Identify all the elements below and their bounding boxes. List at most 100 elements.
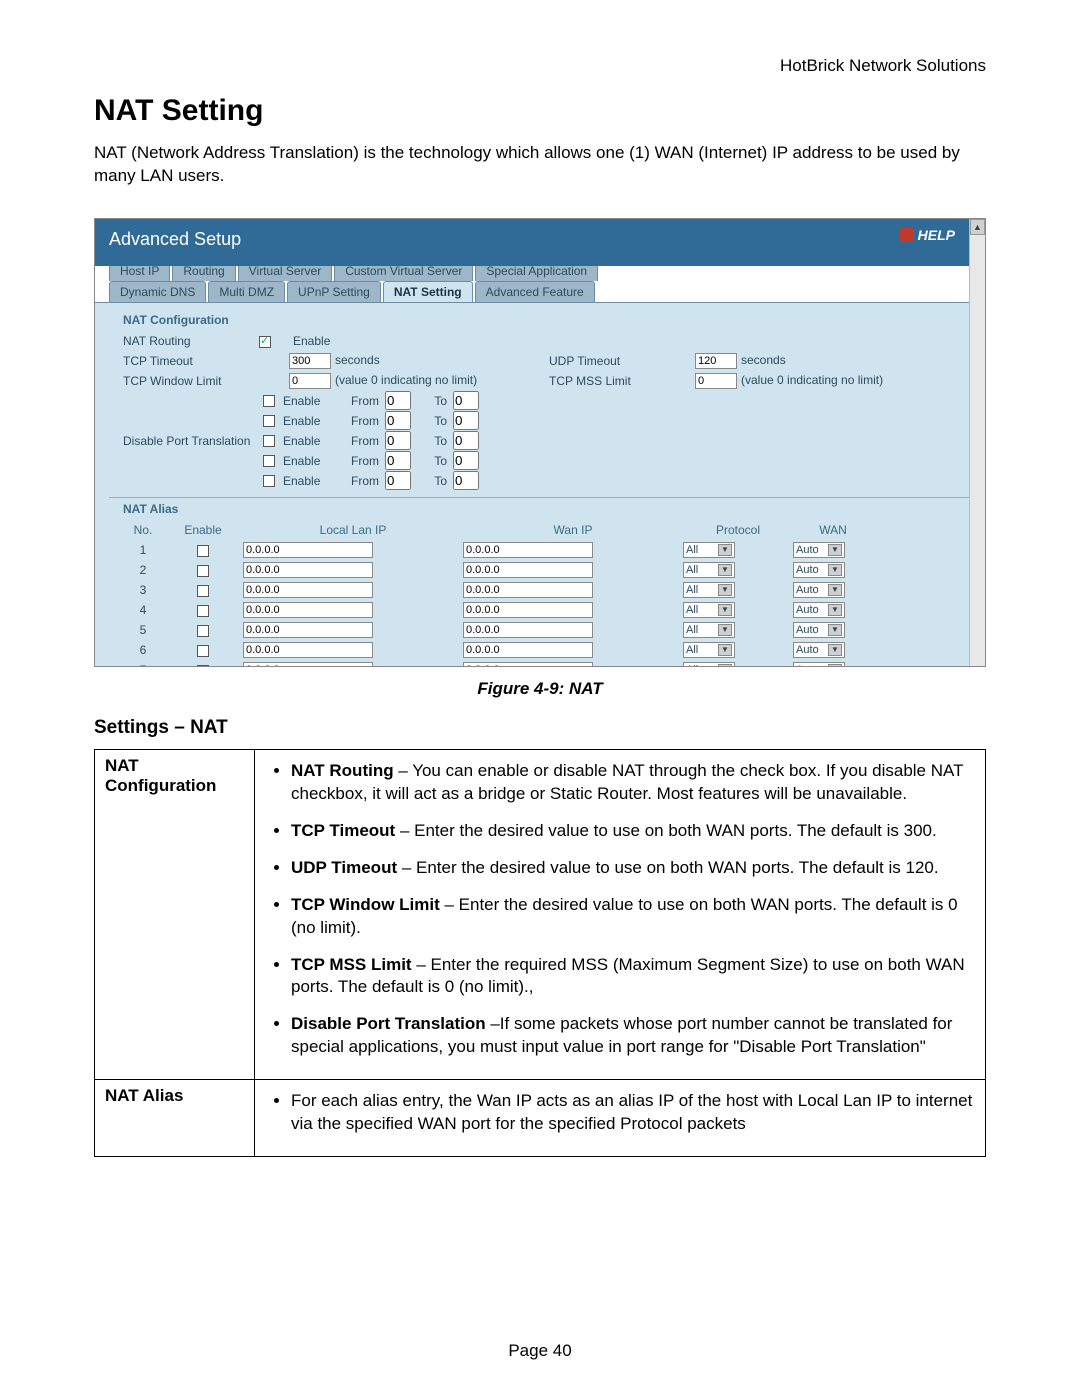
input-to-2[interactable] bbox=[453, 411, 479, 430]
checkbox-dpt-2[interactable] bbox=[263, 415, 275, 427]
input-to-5[interactable] bbox=[453, 471, 479, 490]
alias-protocol-select[interactable]: All▼ bbox=[683, 582, 735, 598]
alias-no: 2 bbox=[123, 563, 163, 577]
tab-advanced-feature[interactable]: Advanced Feature bbox=[475, 281, 595, 302]
tab-upnp-setting[interactable]: UPnP Setting bbox=[287, 281, 381, 302]
settings-bullet: TCP Timeout – Enter the desired value to… bbox=[291, 820, 975, 843]
input-udp-timeout[interactable] bbox=[695, 353, 737, 369]
alias-local-ip-input[interactable] bbox=[243, 562, 373, 578]
alias-enable-checkbox[interactable] bbox=[197, 605, 209, 617]
chevron-down-icon: ▼ bbox=[828, 624, 842, 636]
alias-wan-ip-input[interactable] bbox=[463, 642, 593, 658]
alias-protocol-select[interactable]: All▼ bbox=[683, 602, 735, 618]
alias-wan-ip-input[interactable] bbox=[463, 662, 593, 667]
section-nat-configuration: NAT Configuration bbox=[123, 313, 955, 327]
alias-row: 2 All▼ Auto▼ bbox=[123, 560, 955, 580]
chevron-down-icon: ▼ bbox=[718, 544, 732, 556]
checkbox-dpt-3[interactable] bbox=[263, 435, 275, 447]
alias-header-enable: Enable bbox=[163, 523, 243, 537]
input-from-1[interactable] bbox=[385, 391, 411, 410]
input-to-4[interactable] bbox=[453, 451, 479, 470]
alias-enable-checkbox[interactable] bbox=[197, 645, 209, 657]
alias-header-local: Local Lan IP bbox=[243, 523, 463, 537]
label-tcp-timeout: TCP Timeout bbox=[123, 354, 259, 368]
input-from-3[interactable] bbox=[385, 431, 411, 450]
alias-local-ip-input[interactable] bbox=[243, 542, 373, 558]
alias-local-ip-input[interactable] bbox=[243, 642, 373, 658]
label-to-5: To bbox=[419, 474, 449, 488]
alias-no: 3 bbox=[123, 583, 163, 597]
label-enable-2: Enable bbox=[283, 414, 341, 428]
input-from-5[interactable] bbox=[385, 471, 411, 490]
scrollbar[interactable]: ▲ bbox=[969, 219, 985, 666]
figure-caption: Figure 4-9: NAT bbox=[94, 679, 986, 699]
help-button[interactable]: HELP bbox=[900, 227, 955, 243]
alias-wan-ip-input[interactable] bbox=[463, 542, 593, 558]
settings-bullet: NAT Routing – You can enable or disable … bbox=[291, 760, 975, 806]
input-tcp-window-limit[interactable] bbox=[289, 373, 331, 389]
checkbox-dpt-1[interactable] bbox=[263, 395, 275, 407]
alias-protocol-select[interactable]: All▼ bbox=[683, 642, 735, 658]
settings-row-content: NAT Routing – You can enable or disable … bbox=[255, 749, 986, 1079]
alias-protocol-select[interactable]: All▼ bbox=[683, 562, 735, 578]
alias-enable-checkbox[interactable] bbox=[197, 545, 209, 557]
input-to-1[interactable] bbox=[453, 391, 479, 410]
settings-bullet: Disable Port Translation –If some packet… bbox=[291, 1013, 975, 1059]
input-tcp-timeout[interactable] bbox=[289, 353, 331, 369]
alias-wan-select[interactable]: Auto▼ bbox=[793, 562, 845, 578]
chevron-down-icon: ▼ bbox=[828, 544, 842, 556]
alias-enable-checkbox[interactable] bbox=[197, 585, 209, 597]
alias-wan-select[interactable]: Auto▼ bbox=[793, 582, 845, 598]
alias-header-no: No. bbox=[123, 523, 163, 537]
alias-wan-select[interactable]: Auto▼ bbox=[793, 622, 845, 638]
tab-row-2: Dynamic DNS Multi DMZ UPnP Setting NAT S… bbox=[109, 281, 955, 302]
alias-protocol-select[interactable]: All▼ bbox=[683, 622, 735, 638]
input-from-4[interactable] bbox=[385, 451, 411, 470]
alias-wan-ip-input[interactable] bbox=[463, 622, 593, 638]
alias-wan-ip-input[interactable] bbox=[463, 582, 593, 598]
input-to-3[interactable] bbox=[453, 431, 479, 450]
alias-local-ip-input[interactable] bbox=[243, 622, 373, 638]
page-number: Page 40 bbox=[0, 1341, 1080, 1361]
scroll-up-icon[interactable]: ▲ bbox=[970, 219, 985, 235]
settings-row-content: For each alias entry, the Wan IP acts as… bbox=[255, 1080, 986, 1157]
checkbox-dpt-4[interactable] bbox=[263, 455, 275, 467]
alias-wan-select[interactable]: Auto▼ bbox=[793, 662, 845, 667]
alias-local-ip-input[interactable] bbox=[243, 662, 373, 667]
alias-enable-checkbox[interactable] bbox=[197, 665, 209, 667]
alias-protocol-select[interactable]: All▼ bbox=[683, 662, 735, 667]
alias-no: 6 bbox=[123, 643, 163, 657]
label-tcp-mss-limit: TCP MSS Limit bbox=[549, 374, 659, 388]
window-title-bar: Advanced Setup HELP bbox=[95, 219, 969, 266]
alias-wan-ip-input[interactable] bbox=[463, 602, 593, 618]
alias-wan-select[interactable]: Auto▼ bbox=[793, 642, 845, 658]
alias-row: 1All▼Auto▼ bbox=[123, 540, 955, 560]
input-tcp-mss-limit[interactable] bbox=[695, 373, 737, 389]
input-from-2[interactable] bbox=[385, 411, 411, 430]
alias-no: 4 bbox=[123, 603, 163, 617]
tab-dynamic-dns[interactable]: Dynamic DNS bbox=[109, 281, 206, 302]
chevron-down-icon: ▼ bbox=[718, 584, 732, 596]
label-to-1: To bbox=[419, 394, 449, 408]
alias-enable-checkbox[interactable] bbox=[197, 625, 209, 637]
screenshot-figure: ▲ Advanced Setup HELP Host IP Routing Vi… bbox=[94, 218, 986, 667]
tab-nat-setting[interactable]: NAT Setting bbox=[383, 281, 473, 302]
suffix-zero-1: (value 0 indicating no limit) bbox=[331, 373, 477, 387]
alias-protocol-select[interactable]: All▼ bbox=[683, 542, 735, 558]
checkbox-nat-routing[interactable] bbox=[259, 336, 271, 348]
label-from-2: From bbox=[345, 414, 381, 428]
chevron-down-icon: ▼ bbox=[718, 604, 732, 616]
label-disable-port-translation: Disable Port Translation bbox=[123, 434, 259, 448]
alias-wan-select[interactable]: Auto▼ bbox=[793, 542, 845, 558]
alias-local-ip-input[interactable] bbox=[243, 582, 373, 598]
chevron-down-icon: ▼ bbox=[828, 584, 842, 596]
settings-heading: Settings – NAT bbox=[94, 717, 986, 739]
chevron-down-icon: ▼ bbox=[828, 644, 842, 656]
alias-enable-checkbox[interactable] bbox=[197, 565, 209, 577]
alias-wan-select[interactable]: Auto▼ bbox=[793, 602, 845, 618]
label-to-4: To bbox=[419, 454, 449, 468]
alias-local-ip-input[interactable] bbox=[243, 602, 373, 618]
alias-wan-ip-input[interactable] bbox=[463, 562, 593, 578]
tab-multi-dmz[interactable]: Multi DMZ bbox=[208, 281, 285, 302]
checkbox-dpt-5[interactable] bbox=[263, 475, 275, 487]
